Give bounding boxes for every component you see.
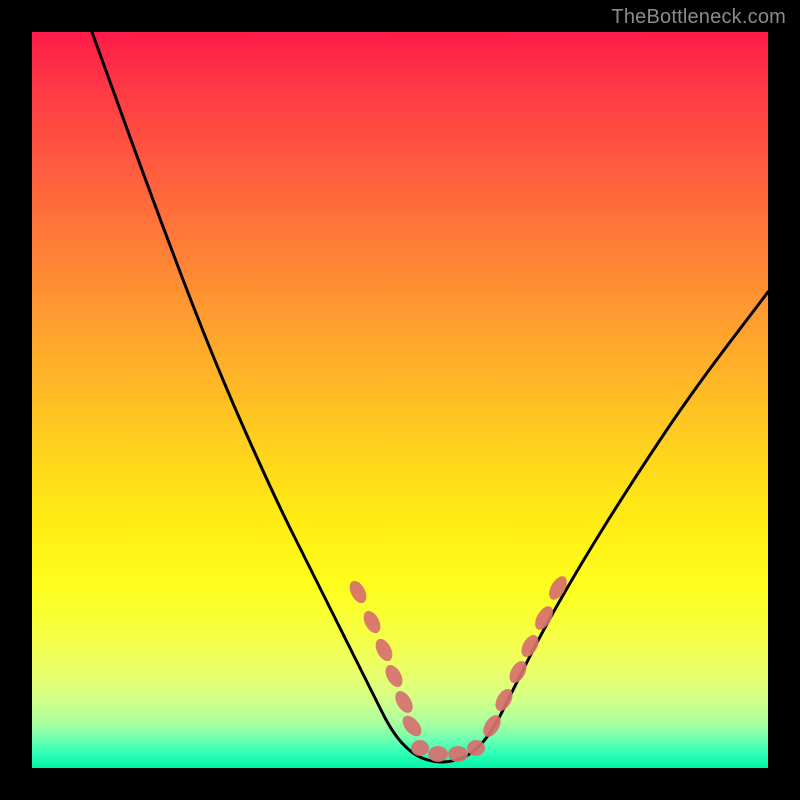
marker-left-6 (399, 712, 425, 739)
marker-left-4 (382, 662, 406, 690)
curve-layer (32, 32, 768, 768)
marker-right-4 (518, 632, 542, 660)
chart-frame: TheBottleneck.com (0, 0, 800, 800)
marker-floor-2 (428, 746, 448, 762)
bottleneck-curve (92, 32, 768, 762)
plot-area (32, 32, 768, 768)
marker-left-1 (346, 578, 370, 606)
marker-floor-1 (411, 740, 429, 756)
marker-left-5 (392, 688, 417, 716)
marker-floor-3 (448, 746, 468, 762)
markers-group (346, 573, 570, 762)
marker-left-2 (360, 608, 384, 636)
watermark-text: TheBottleneck.com (611, 6, 786, 29)
marker-floor-4 (467, 740, 485, 756)
marker-left-3 (372, 636, 396, 664)
